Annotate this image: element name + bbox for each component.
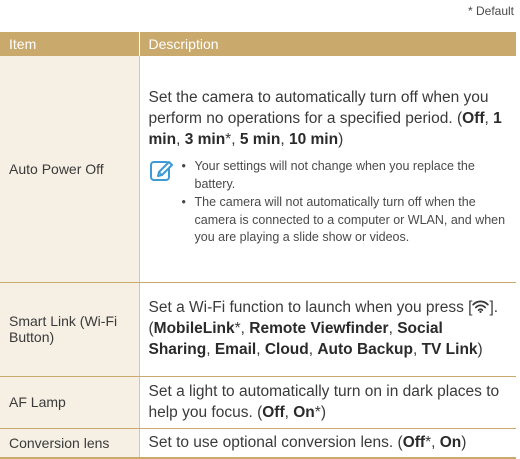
header-item: Item [0,32,140,56]
note-item: Your settings will not change when you r… [181,158,508,193]
note-box: Your settings will not change when you r… [149,158,508,248]
header-description: Description [139,32,516,56]
note-pencil-icon [149,161,173,181]
description-smart-link: Set a Wi-Fi function to launch when you … [139,282,516,377]
note-item: The camera will not automatically turn o… [181,194,508,247]
table-header: Item Description [0,32,516,56]
option-5-min: 5 min [239,131,281,148]
default-note: * Default [467,4,514,18]
description-auto-power-off: Set the camera to automatically turn off… [139,56,516,283]
table-row: Auto Power Off Set the camera to automat… [0,56,516,283]
description-af-lamp: Set a light to automatically turn on in … [139,376,516,429]
item-af-lamp: AF Lamp [0,376,140,429]
table-row: Smart Link (Wi-Fi Button) Set a Wi-Fi fu… [0,282,516,377]
table-row: AF Lamp Set a light to automatically tur… [0,376,516,429]
note-list: Your settings will not change when you r… [181,158,508,248]
option-off: Off [402,433,426,451]
wifi-icon [472,300,490,313]
option-remote-viewfinder: Remote Viewfinder [249,320,389,337]
option-mobilelink: MobileLink [153,320,235,337]
option-cloud: Cloud [264,341,309,358]
option-on: On [439,433,462,451]
option-10-min: 10 min [288,131,339,148]
item-smart-link: Smart Link (Wi-Fi Button) [0,282,140,377]
option-tv-link: TV Link [421,341,478,358]
option-email: Email [214,341,257,358]
description-text: Set the camera to automatically turn off… [148,89,502,148]
settings-table: Item Description Auto Power Off Set the … [0,32,516,459]
option-on: On [293,403,315,421]
option-off: Off [462,110,485,127]
option-off: Off [262,403,285,421]
item-auto-power-off: Auto Power Off [0,56,140,283]
option-3-min: 3 min [184,131,226,148]
option-auto-backup: Auto Backup [317,341,413,358]
